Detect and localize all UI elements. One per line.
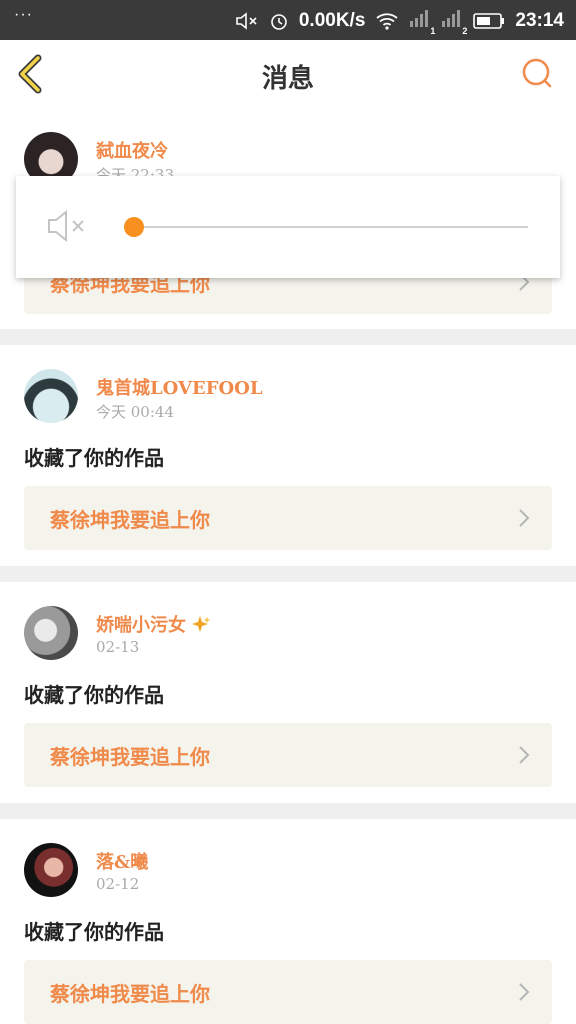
signal-sim1-icon	[410, 10, 429, 27]
work-link[interactable]: 蔡徐坤我要追上你	[24, 960, 552, 1024]
action-text: 收藏了你的作品	[24, 683, 164, 707]
sim2-label: 2	[462, 26, 468, 36]
chevron-right-icon	[519, 983, 530, 1001]
username-text: 娇喘小污女	[96, 615, 186, 636]
work-title: 蔡徐坤我要追上你	[50, 508, 210, 532]
volume-popup	[16, 176, 560, 278]
signal-sim2-icon	[442, 10, 461, 27]
status-right: 0.00K/s 1 2 23:14	[235, 8, 564, 36]
chevron-right-icon	[519, 509, 530, 527]
message-time: 02-13	[96, 638, 140, 656]
username[interactable]: 弑血夜冷	[96, 137, 168, 163]
username[interactable]: 娇喘小污女	[96, 611, 212, 637]
mute-status-icon	[236, 12, 257, 30]
action-text: 收藏了你的作品	[24, 920, 164, 944]
clock: 23:14	[515, 10, 564, 31]
work-link[interactable]: 蔡徐坤我要追上你	[24, 723, 552, 787]
message-card: 落&曦 02-12 收藏了你的作品 蔡徐坤我要追上你	[0, 819, 576, 1024]
work-title: 蔡徐坤我要追上你	[50, 982, 210, 1006]
message-card: 娇喘小污女 02-13 收藏了你的作品 蔡徐坤我要追上你	[0, 582, 576, 803]
page-title: 消息	[261, 64, 314, 94]
network-speed: 0.00K/s	[298, 10, 366, 31]
sparkle-icon	[192, 616, 211, 632]
message-time: 今天 00:44	[96, 403, 174, 421]
search-icon[interactable]	[520, 56, 554, 90]
battery-icon	[473, 13, 505, 29]
volume-mute-icon[interactable]	[46, 208, 90, 244]
app-header: 消息	[0, 40, 576, 109]
work-link[interactable]: 蔡徐坤我要追上你	[24, 486, 552, 550]
message-card: 鬼首城LOVEFOOL 今天 00:44 收藏了你的作品 蔡徐坤我要追上你	[0, 345, 576, 566]
action-text: 收藏了你的作品	[24, 446, 164, 470]
wifi-icon	[376, 13, 398, 30]
avatar[interactable]	[24, 843, 78, 897]
sim1-label: 1	[430, 26, 436, 36]
message-time: 02-12	[96, 875, 140, 893]
volume-slider-thumb[interactable]	[124, 217, 144, 237]
chevron-right-icon	[519, 746, 530, 764]
volume-slider-track[interactable]	[128, 226, 528, 228]
avatar[interactable]	[24, 606, 78, 660]
avatar[interactable]	[24, 369, 78, 423]
status-bar: ··· 0.00K/s 1 2 23:14	[0, 0, 576, 40]
work-title: 蔡徐坤我要追上你	[50, 745, 210, 769]
username[interactable]: 落&曦	[96, 848, 148, 874]
username[interactable]: 鬼首城LOVEFOOL	[96, 374, 263, 400]
status-menu-dots: ···	[14, 6, 33, 23]
alarm-icon	[271, 14, 287, 30]
